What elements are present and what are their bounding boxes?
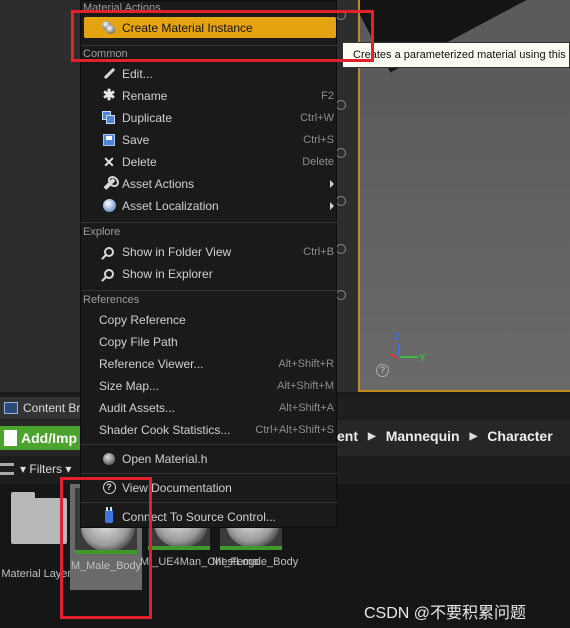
- asset-label: MI_Female_Body: [212, 556, 299, 568]
- menu-item-copy-reference[interactable]: Copy Reference: [81, 309, 338, 330]
- viewport-help-icon[interactable]: ?: [376, 364, 389, 377]
- menu-item-shortcut: F2: [321, 89, 334, 102]
- menu-item-save[interactable]: Save Ctrl+S: [81, 129, 338, 150]
- breadcrumb-separator-icon[interactable]: ▶: [368, 431, 376, 442]
- menu-item-show-in-folder-view[interactable]: Show in Folder View Ctrl+B: [81, 241, 338, 262]
- menu-item-label: Delete: [122, 154, 157, 169]
- globe-icon: [100, 198, 118, 214]
- add-import-button[interactable]: Add/Imp: [0, 426, 90, 450]
- menu-item-audit-assets[interactable]: Audit Assets... Alt+Shift+A: [81, 397, 338, 418]
- submenu-arrow-icon: [330, 179, 334, 188]
- viewport-floor: [360, 110, 570, 390]
- menu-item-label: Connect To Source Control...: [122, 509, 276, 524]
- menu-item-asset-actions[interactable]: Asset Actions: [81, 173, 338, 194]
- menu-item-label: Edit...: [122, 66, 153, 81]
- axis-z-line: [398, 343, 400, 357]
- menu-item-size-map[interactable]: Size Map... Alt+Shift+M: [81, 375, 338, 396]
- menu-item-shortcut: Ctrl+B: [303, 245, 334, 258]
- annotation-box: [60, 477, 152, 619]
- menu-item-shortcut: Alt+Shift+R: [278, 357, 334, 370]
- content-browser-tab-label: Content Br: [23, 401, 81, 415]
- annotation-box: [71, 10, 374, 62]
- menu-item-label: Reference Viewer...: [99, 356, 204, 371]
- menu-divider: [81, 222, 338, 223]
- breadcrumb-item[interactable]: ent: [337, 428, 358, 444]
- menu-item-open-material-h[interactable]: Open Material.h: [81, 448, 338, 469]
- material-icon: [100, 451, 118, 467]
- menu-item-shortcut: Delete: [302, 155, 334, 168]
- sources-toggle-icon[interactable]: [0, 463, 14, 475]
- menu-item-label: Show in Explorer: [122, 266, 213, 281]
- menu-item-rename[interactable]: ✱ Rename F2: [81, 85, 338, 106]
- breadcrumb-separator-icon[interactable]: ▶: [470, 431, 478, 442]
- menu-item-label: Rename: [122, 88, 168, 103]
- breadcrumb-item[interactable]: Mannequin: [386, 428, 460, 444]
- menu-item-shortcut: Ctrl+W: [300, 111, 334, 124]
- menu-section-header: Explore: [83, 226, 121, 238]
- filters-label: ▾ Filters ▾: [20, 462, 72, 476]
- menu-item-label: Size Map...: [99, 378, 160, 393]
- menu-item-label: Save: [122, 132, 150, 147]
- menu-item-copy-file-path[interactable]: Copy File Path: [81, 331, 338, 352]
- add-import-label: Add/Imp: [21, 430, 77, 446]
- pin-icon[interactable]: [336, 290, 346, 300]
- duplicate-icon: [100, 110, 118, 126]
- rename-icon: ✱: [102, 86, 116, 104]
- menu-item-shortcut: Ctrl+S: [303, 133, 334, 146]
- menu-item-label: Show in Folder View: [122, 244, 232, 259]
- axis-y-label: Y: [419, 353, 426, 364]
- axis-z-label: Z: [394, 332, 401, 343]
- menu-item-reference-viewer[interactable]: Reference Viewer... Alt+Shift+R: [81, 353, 338, 374]
- menu-item-duplicate[interactable]: Duplicate Ctrl+W: [81, 107, 338, 128]
- menu-divider: [81, 444, 338, 445]
- content-browser-icon: [4, 402, 18, 414]
- menu-item-shortcut: Alt+Shift+M: [277, 379, 334, 392]
- menu-item-label: Shader Cook Statistics...: [99, 422, 231, 437]
- magnifier-icon: [100, 266, 118, 282]
- menu-item-label: Copy Reference: [99, 312, 186, 327]
- menu-item-shortcut: Ctrl+Alt+Shift+S: [255, 423, 334, 436]
- folder-icon: [11, 492, 67, 544]
- menu-item-asset-localization[interactable]: Asset Localization: [81, 195, 338, 216]
- asset-context-menu: Material Actions Create Material Instanc…: [80, 0, 338, 528]
- menu-item-label: Open Material.h: [122, 451, 208, 466]
- menu-item-shader-cook-statistics[interactable]: Shader Cook Statistics... Ctrl+Alt+Shift…: [81, 419, 338, 440]
- magnifier-icon: [100, 244, 118, 260]
- menu-item-label: Duplicate: [122, 110, 173, 125]
- menu-divider: [81, 290, 338, 291]
- save-icon: [100, 132, 118, 148]
- menu-section-header: References: [83, 294, 140, 306]
- filters-button[interactable]: ▾ Filters ▾: [0, 462, 71, 476]
- menu-item-shortcut: Alt+Shift+A: [278, 401, 334, 414]
- menu-item-show-in-explorer[interactable]: Show in Explorer: [81, 263, 338, 284]
- menu-tooltip: Creates a parameterized material using t…: [342, 42, 570, 68]
- menu-item-label: Asset Actions: [122, 176, 195, 191]
- menu-item-label: Asset Localization: [122, 198, 219, 213]
- document-icon: [4, 430, 17, 446]
- submenu-arrow-icon: [330, 201, 334, 210]
- wrench-icon: [100, 176, 118, 192]
- delete-icon: ✕: [103, 153, 115, 170]
- breadcrumb: ent ▶ Mannequin ▶ Character: [337, 428, 553, 444]
- breadcrumb-item[interactable]: Character: [487, 428, 552, 444]
- menu-divider: [81, 473, 338, 474]
- menu-item-label: View Documentation: [122, 480, 232, 495]
- edit-icon: [100, 66, 118, 82]
- menu-item-label: Copy File Path: [99, 334, 178, 349]
- menu-item-edit[interactable]: Edit...: [81, 63, 338, 84]
- menu-item-label: Audit Assets...: [99, 400, 176, 415]
- axis-y-line: [400, 356, 418, 358]
- menu-item-delete[interactable]: ✕ Delete Delete: [81, 151, 338, 172]
- watermark: CSDN @不要积累问题: [364, 605, 527, 622]
